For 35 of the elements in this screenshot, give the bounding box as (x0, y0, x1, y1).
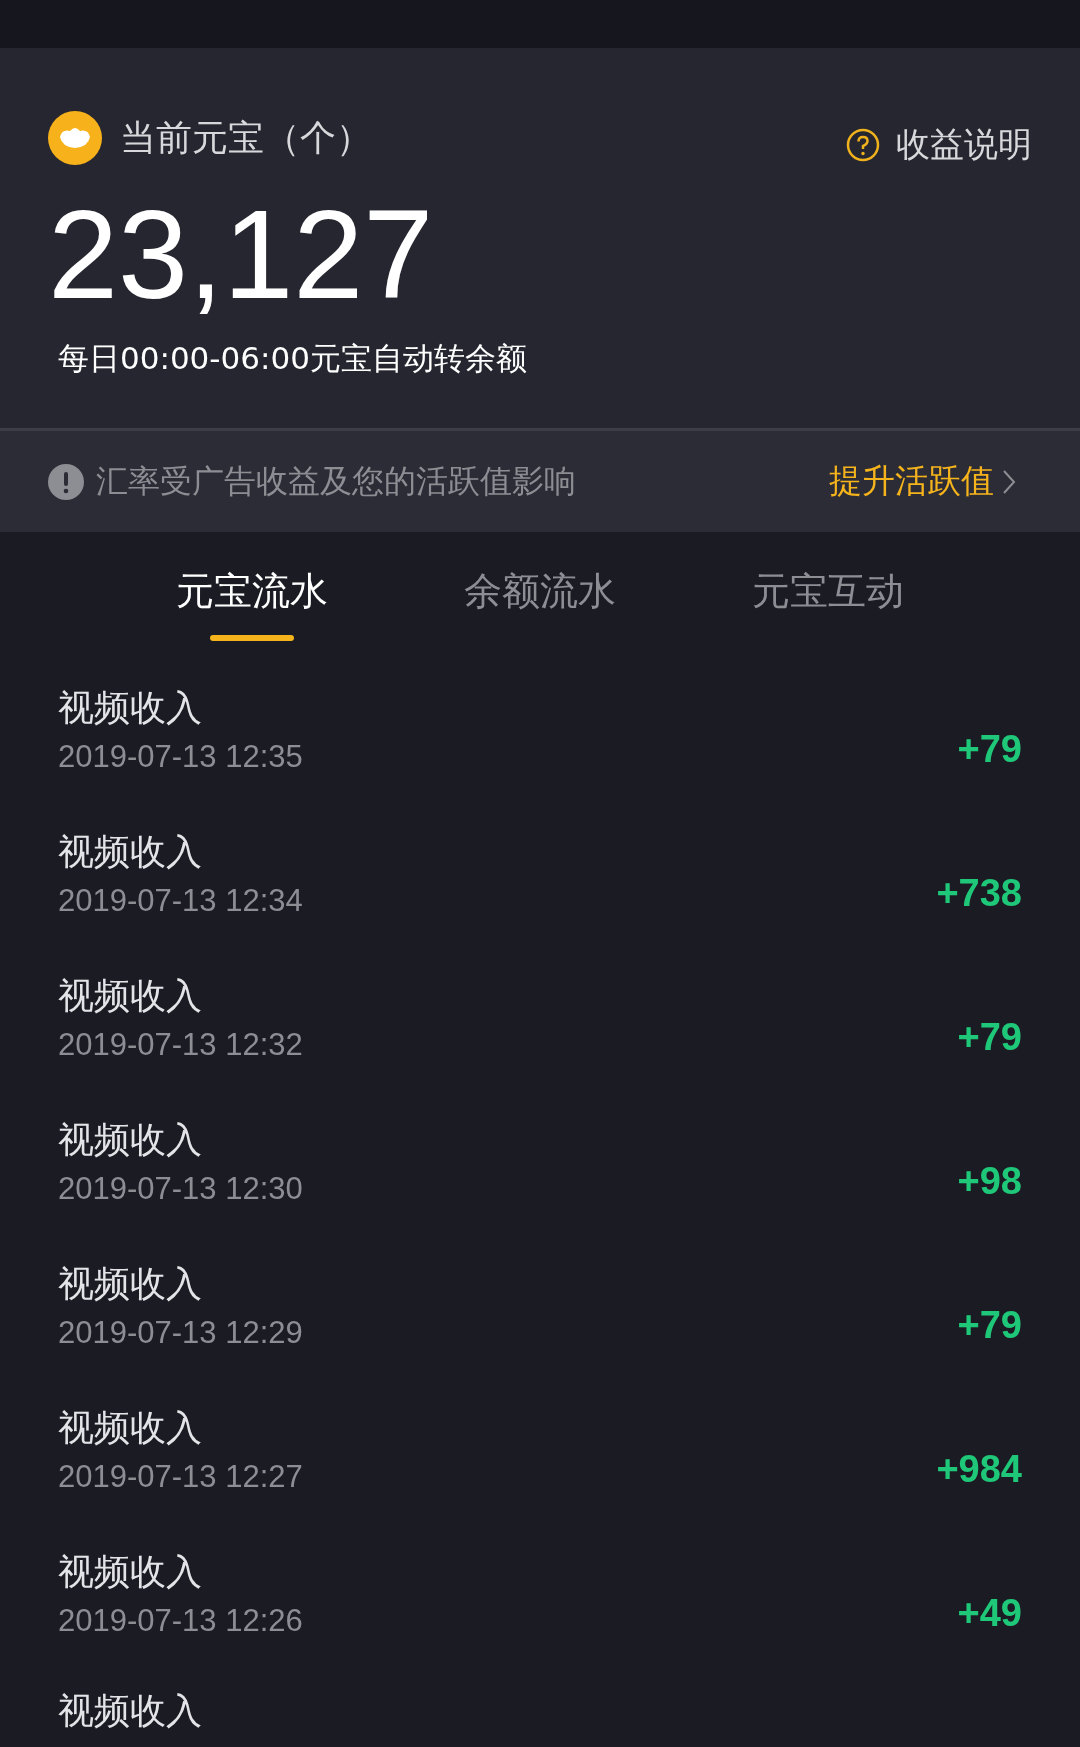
record-amount: +49 (957, 1592, 1022, 1636)
coin-icon (48, 111, 102, 165)
boost-activity-link[interactable]: 提升活跃值 (829, 459, 1016, 504)
record-amount: +79 (957, 1016, 1022, 1060)
record-amount: +79 (957, 728, 1022, 772)
record-amount: +98 (957, 1160, 1022, 1204)
record-time: 2019-07-13 12:26 (58, 1603, 303, 1639)
record-title: 视频收入 (58, 1262, 203, 1306)
transfer-note: 每日00:00-06:00元宝自动转余额 (58, 339, 528, 378)
chevron-icon (1002, 468, 1016, 495)
notice-text: 汇率受广告收益及您的活跃值影响 (96, 460, 576, 502)
tab[interactable]: 元宝流水 (176, 552, 328, 643)
record-amount: +738 (936, 872, 1022, 916)
record-time: 2019-07-13 12:35 (58, 739, 303, 775)
balance-amount: 23,127 (48, 192, 435, 318)
record-time: 2019-07-13 12:32 (58, 1027, 303, 1063)
record-amount: +79 (957, 1304, 1022, 1348)
tab[interactable]: 元宝互动 (752, 552, 904, 643)
record-title: 视频收入 (58, 1689, 202, 1733)
record-time: 2019-07-13 12:29 (58, 1315, 303, 1351)
record-title: 视频收入 (58, 1550, 203, 1594)
record-time: 2019-07-13 12:27 (58, 1459, 303, 1495)
record-title: 视频收入 (58, 1406, 203, 1450)
record-title: 视频收入 (58, 830, 203, 874)
record-title: 视频收入 (58, 686, 203, 730)
record-time: 2019-07-13 12:30 (58, 1171, 303, 1207)
help-icon (846, 128, 880, 162)
record-title: 视频收入 (58, 1118, 203, 1162)
tab[interactable]: 余额流水 (464, 552, 616, 643)
exclamation-icon (48, 463, 84, 500)
record-title: 视频收入 (58, 974, 203, 1018)
balance-title: 当前元宝（个） (120, 115, 372, 160)
record-time: 2019-07-13 12:34 (58, 883, 303, 919)
income-info-link[interactable]: 收益说明 (846, 122, 1032, 168)
record-amount: +984 (936, 1448, 1022, 1492)
